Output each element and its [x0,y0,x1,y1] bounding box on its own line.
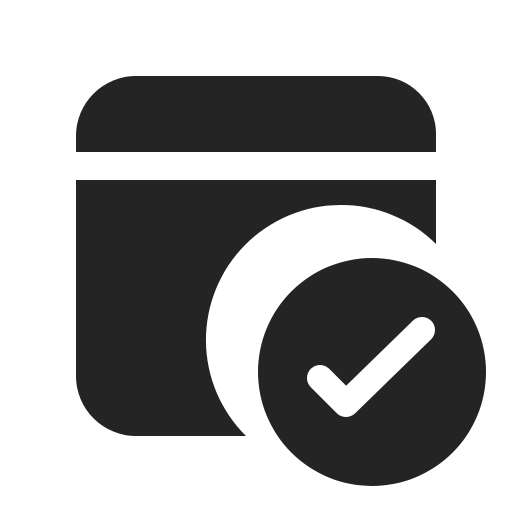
calendar-checkmark-icon [76,76,486,486]
calendar-header [76,76,436,152]
icon-canvas [0,0,512,512]
